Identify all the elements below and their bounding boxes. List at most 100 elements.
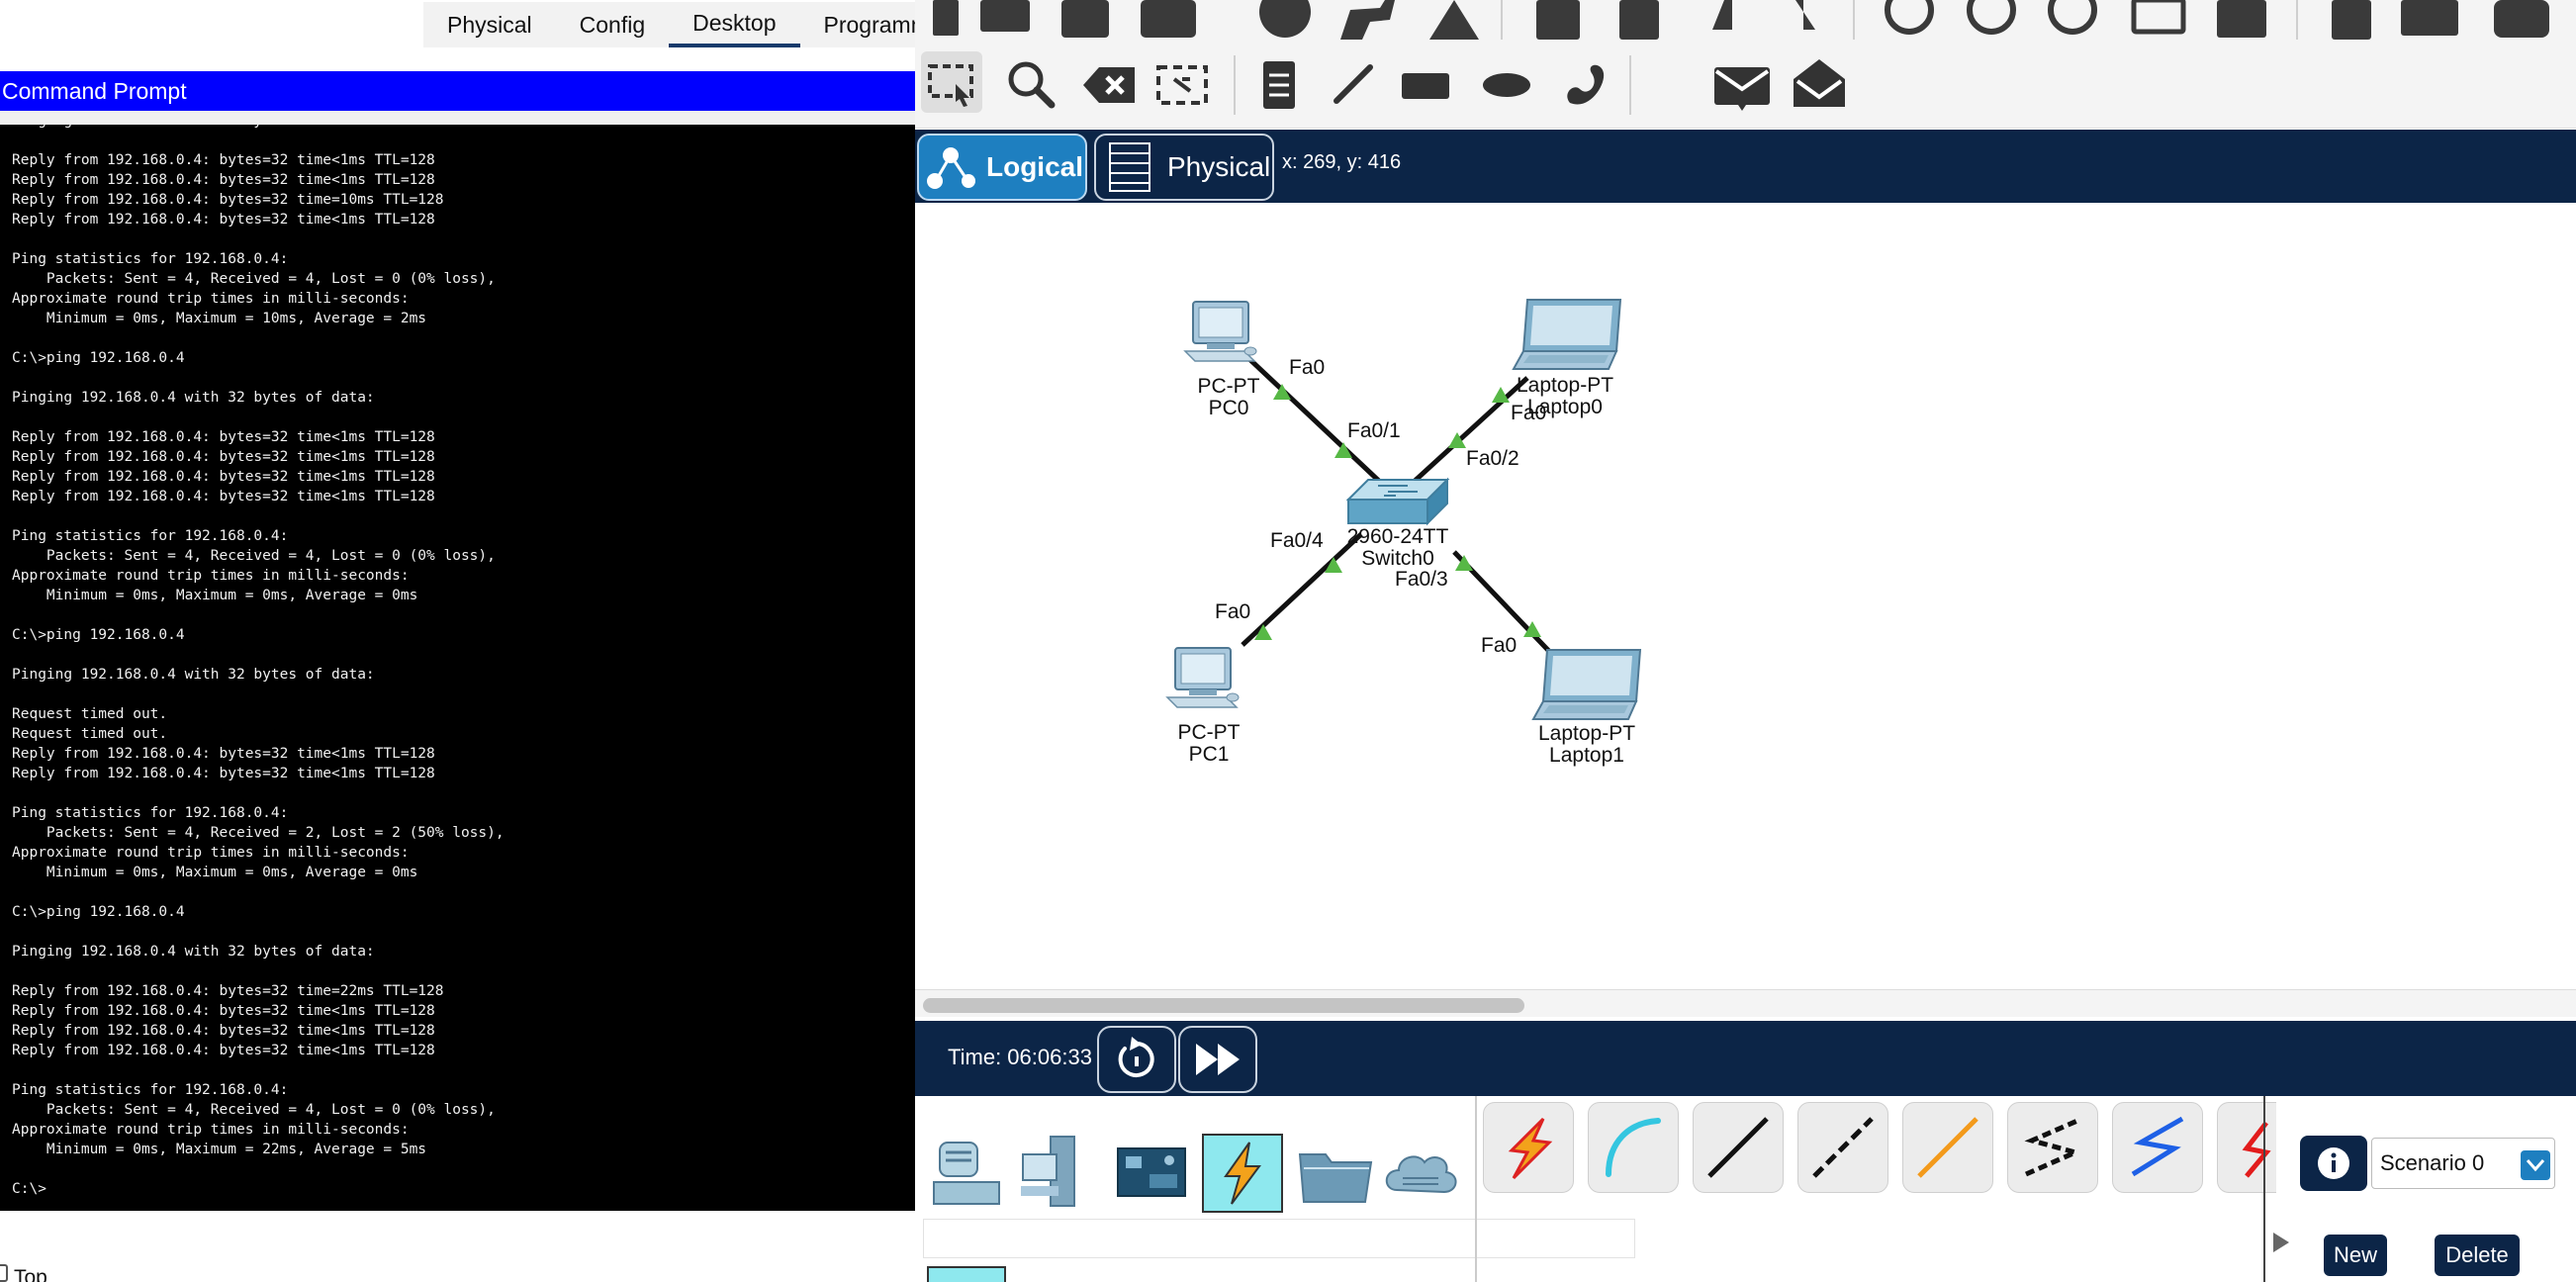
delete-scenario-button[interactable]: Delete <box>2435 1235 2520 1276</box>
custom-devices-dialog-icon[interactable] <box>2217 0 2266 38</box>
view-mode-bar: Logical Physical x: 269, y: 416 <box>915 130 2576 203</box>
note-icon[interactable] <box>1259 59 1299 111</box>
multiuser-icon[interactable] <box>1380 1134 1461 1213</box>
inspect-icon[interactable] <box>1006 59 1056 109</box>
logical-view-label: Logical <box>986 151 1084 182</box>
topology-devices <box>1166 299 1641 720</box>
fast-forward-button[interactable] <box>1178 1026 1257 1093</box>
open-folder-icon[interactable] <box>980 0 1030 32</box>
new-scenario-button[interactable]: New <box>2324 1235 2387 1276</box>
device-laptop1[interactable] <box>1532 649 1641 720</box>
tab-desktop[interactable]: Desktop <box>669 2 800 47</box>
automatic-connection-icon[interactable] <box>1483 1102 1574 1193</box>
logical-topology-icon <box>927 147 975 189</box>
copy-icon[interactable] <box>1536 0 1580 40</box>
device-model-label: Laptop-PT <box>1517 374 1613 397</box>
cloud-icon[interactable] <box>2494 0 2549 38</box>
tab-physical[interactable]: Physical <box>423 2 556 47</box>
device-pc1[interactable] <box>1166 647 1240 708</box>
physical-rack-icon <box>1109 142 1150 192</box>
device-model-label: PC-PT <box>1198 375 1260 398</box>
main-toolbar <box>915 0 2576 44</box>
print-icon[interactable] <box>1141 0 1196 38</box>
top-checkbox-label: Top <box>14 1266 47 1282</box>
device-type-panel: Scenario 0 New Delete <box>915 1096 2576 1282</box>
undo-icon[interactable] <box>1712 0 1732 30</box>
rectangle-icon[interactable] <box>1400 65 1451 105</box>
delete-icon[interactable] <box>1081 63 1137 107</box>
zoom-in-icon[interactable] <box>1885 0 1934 35</box>
selected-subtype-thumbnail[interactable] <box>927 1266 1006 1282</box>
activity-wizard-icon[interactable] <box>1340 0 1395 40</box>
select-icon[interactable] <box>921 51 982 113</box>
components-icon[interactable] <box>1111 1134 1192 1213</box>
scenario-info-button[interactable] <box>2300 1136 2367 1191</box>
pc-icon <box>1166 647 1240 708</box>
network-devices-icon[interactable] <box>925 1134 1006 1213</box>
scroll-right-arrow-icon[interactable] <box>2269 1231 2293 1254</box>
power-cycle-icon <box>1118 1037 1154 1077</box>
device-name-label: PC0 <box>1209 397 1249 419</box>
fiber-icon[interactable] <box>1902 1102 1993 1193</box>
copper-cross-over-icon[interactable] <box>1797 1102 1888 1193</box>
freeform-icon[interactable] <box>1560 59 1610 111</box>
copper-straight-through-icon[interactable] <box>1693 1102 1784 1193</box>
info-icon[interactable] <box>1259 0 1311 38</box>
cursor-coordinates: x: 269, y: 416 <box>1282 151 1402 173</box>
draw-line-icon[interactable] <box>1331 61 1376 107</box>
end-devices-icon[interactable] <box>1016 1134 1097 1213</box>
phone-cable-icon[interactable] <box>2007 1102 2098 1193</box>
scenario-select[interactable]: Scenario 0 <box>2371 1138 2555 1189</box>
scenario-selected-value: Scenario 0 <box>2380 1150 2485 1175</box>
device-name-label: PC1 <box>1189 743 1230 766</box>
new-file-icon[interactable] <box>933 0 959 36</box>
horizontal-scrollbar[interactable] <box>915 989 2576 1017</box>
device-pc0[interactable] <box>1184 301 1257 362</box>
device-laptop0[interactable] <box>1513 299 1621 370</box>
info-icon <box>2318 1147 2349 1179</box>
pc-window-footer <box>0 1211 915 1282</box>
device-model-label: Laptop-PT <box>1538 722 1635 745</box>
coaxial-icon[interactable] <box>2112 1102 2203 1193</box>
power-cycle-button[interactable] <box>1097 1026 1176 1093</box>
redo-icon[interactable] <box>1795 0 1815 30</box>
port-label: Fa0/1 <box>1347 419 1401 442</box>
physical-view-button[interactable]: Physical <box>1094 134 1274 201</box>
pc-tabs: Physical Config Desktop Programmi <box>423 2 959 47</box>
device-switch0[interactable] <box>1347 479 1448 524</box>
scrollbar-thumb[interactable] <box>923 998 1524 1013</box>
resize-shape-icon[interactable] <box>1154 61 1210 109</box>
tab-config[interactable]: Config <box>556 2 669 47</box>
network-info-icon[interactable] <box>2401 0 2458 36</box>
simulation-time: Time: 06:06:33 <box>948 1045 1092 1069</box>
command-prompt-terminal[interactable]: Pinging statistics with 32 bytes of data… <box>0 125 915 1211</box>
logical-view-button[interactable]: Logical <box>917 134 1087 201</box>
ellipse-icon[interactable] <box>1481 65 1532 105</box>
device-model-label: PC-PT <box>1178 721 1241 744</box>
realtime-bar: Time: 06:06:33 <box>915 1021 2576 1096</box>
connection-panel-scroll[interactable] <box>2263 1096 2293 1282</box>
complex-pdu-icon[interactable] <box>1790 57 1849 111</box>
paste-icon[interactable] <box>1619 0 1659 40</box>
custom-device-icon[interactable] <box>1429 0 1479 40</box>
zoom-reset-icon[interactable] <box>1967 0 2016 35</box>
miscellaneous-icon[interactable] <box>1295 1134 1376 1213</box>
connections-icon[interactable] <box>1202 1134 1283 1213</box>
port-label: Fa0/3 <box>1395 568 1448 591</box>
simple-pdu-icon[interactable] <box>1712 63 1772 111</box>
viewport-icon[interactable] <box>2332 0 2371 40</box>
console-cable-icon[interactable] <box>1588 1102 1679 1193</box>
top-checkbox[interactable] <box>0 1264 8 1282</box>
port-label: Fa0 <box>1289 356 1325 379</box>
save-icon[interactable] <box>1061 0 1109 38</box>
scenario-panel: Scenario 0 New Delete <box>2294 1096 2576 1282</box>
drawing-palette-icon[interactable] <box>2131 0 2186 35</box>
port-label: Fa0/4 <box>1270 529 1324 552</box>
physical-view-label: Physical <box>1167 151 1271 182</box>
zoom-out-icon[interactable] <box>2048 0 2097 35</box>
chevron-down-icon[interactable] <box>2521 1150 2550 1180</box>
port-label: Fa0 <box>1481 634 1517 657</box>
pc0-window: Physical Config Desktop Programmi Comman… <box>0 0 959 1282</box>
laptop-icon <box>1513 299 1621 370</box>
logical-workspace-canvas[interactable]: PC-PT PC0 PC-PT PC1 Laptop-PT Laptop0 Laptop-P… <box>915 203 2576 989</box>
